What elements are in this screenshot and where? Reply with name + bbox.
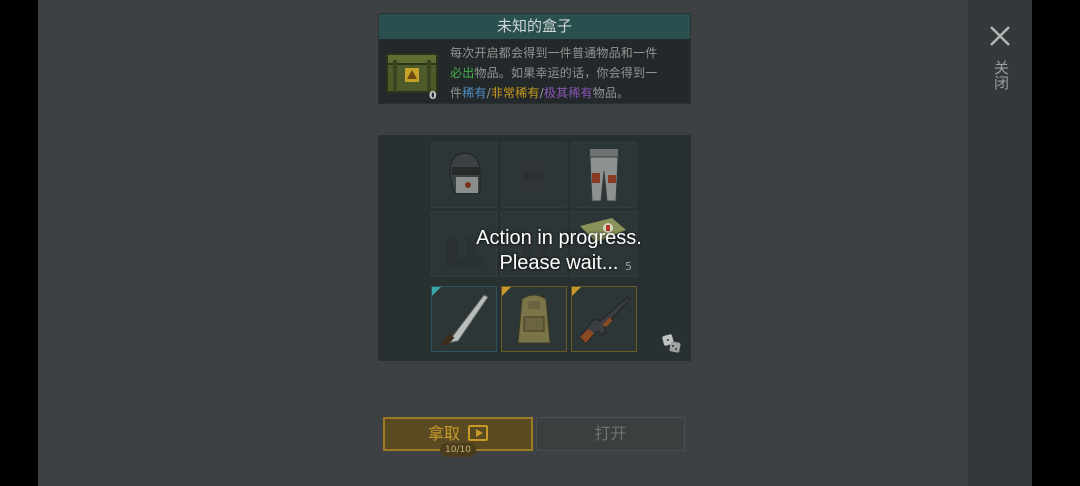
- machete-icon: [441, 294, 489, 347]
- take-count-badge: 10/10: [440, 443, 476, 457]
- box-description: 每次开启都会得到一件普通物品和一件 必出物品。如果幸运的话，你会得到一 件稀有/…: [450, 43, 688, 103]
- box-title: 未知的盒子: [379, 14, 690, 39]
- loading-line1: Action in progress.: [476, 227, 642, 249]
- helmet-icon: [449, 152, 481, 194]
- item-slot-pants[interactable]: [571, 142, 637, 208]
- box-info-panel: 未知的盒子 0 每次开启都会得到一件普通物品和一件 必出物品。如果幸运的话，你会…: [378, 13, 691, 104]
- pants-icon: [589, 149, 619, 202]
- item-slot-vest[interactable]: [501, 142, 567, 208]
- crate-count: 0: [429, 89, 437, 102]
- close-label: 关闭: [992, 60, 1010, 90]
- close-icon: [990, 26, 1010, 46]
- rifle-icon: [579, 296, 631, 344]
- item-slot-helmet[interactable]: [431, 142, 497, 208]
- loading-line2: Please wait...: [499, 252, 619, 274]
- desc-rare: 稀有: [462, 86, 487, 100]
- open-button[interactable]: 打开: [536, 417, 685, 451]
- desc-text: 每次开启都会得到一件普通物品和一件: [450, 46, 658, 60]
- item-slot-rifle[interactable]: [571, 286, 637, 352]
- desc-ultra-rare: 极其稀有: [543, 86, 593, 100]
- close-button[interactable]: 关闭: [985, 20, 1015, 110]
- item-slot-backpack[interactable]: [501, 286, 567, 352]
- vest-icon: [518, 155, 550, 195]
- desc-text: 物品。: [592, 86, 630, 100]
- video-play-icon: [468, 425, 488, 441]
- desc-guaranteed: 必出: [450, 66, 475, 80]
- take-label: 拿取: [427, 424, 460, 443]
- backpack-icon: [517, 294, 551, 344]
- desc-text: 物品。如果幸运的话，你会得到一: [474, 66, 658, 80]
- desc-text: 件: [450, 86, 463, 100]
- desc-very-rare: 非常稀有: [490, 86, 540, 100]
- loading-message: Action in progress. Please wait...: [430, 226, 688, 276]
- item-slot-machete[interactable]: [431, 286, 497, 352]
- dice-icon[interactable]: [661, 333, 683, 355]
